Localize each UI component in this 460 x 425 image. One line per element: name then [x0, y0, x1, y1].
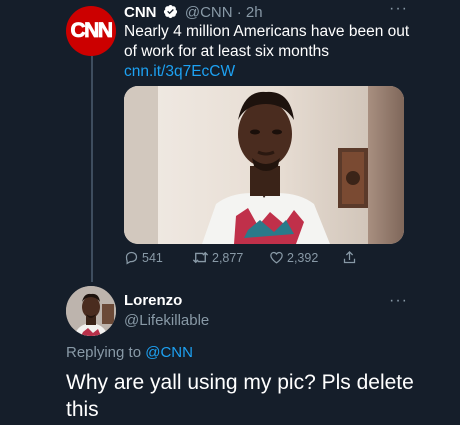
share-icon: [343, 250, 356, 264]
author-handle[interactable]: @CNN: [185, 4, 233, 21]
cnn-avatar[interactable]: CNN: [66, 6, 116, 56]
like-action[interactable]: 2,392: [269, 250, 318, 265]
retweet-action[interactable]: 2,877: [192, 250, 243, 265]
tweet-actions: 541 2,877 2,392: [124, 250, 424, 270]
profile-photo-image: [66, 286, 116, 336]
tweet-text: Nearly 4 million Americans have been out…: [124, 22, 424, 82]
more-icon[interactable]: ···: [389, 0, 408, 18]
replying-mention[interactable]: @CNN: [145, 344, 193, 361]
separator-dot: ·: [236, 4, 242, 21]
share-action[interactable]: [342, 250, 360, 265]
like-count: 2,392: [287, 250, 319, 265]
cnn-logo: CNN: [70, 19, 113, 43]
verified-badge-icon: [163, 4, 177, 19]
original-tweet[interactable]: CNN CNN @CNN · 2h ··· Nearly 4 million A…: [0, 0, 460, 268]
reply-more-icon[interactable]: ···: [389, 292, 408, 310]
replying-prefix: Replying to: [66, 344, 146, 361]
reply-author-name[interactable]: Lorenzo: [124, 292, 182, 309]
reply-count: 541: [142, 250, 163, 265]
retweet-icon: [192, 251, 209, 264]
like-icon: [270, 251, 283, 264]
tweet-body: Nearly 4 million Americans have been out…: [124, 23, 410, 60]
reply-tweet[interactable]: Lorenzo @Lifekillable ··· Replying to @C…: [0, 282, 460, 425]
lorenzo-avatar[interactable]: [66, 286, 116, 336]
tweet-photo[interactable]: [124, 86, 404, 244]
reply-author-handle[interactable]: @Lifekillable: [124, 312, 209, 329]
tweet-header: CNN @CNN · 2h: [124, 4, 263, 21]
author-name[interactable]: CNN: [124, 4, 157, 21]
retweet-count: 2,877: [212, 250, 244, 265]
tweet-link[interactable]: cnn.it/3q7EcCW: [124, 63, 235, 80]
selfie-photo-image: [124, 86, 404, 244]
replying-to: Replying to @CNN: [66, 344, 193, 361]
tweet-timestamp[interactable]: 2h: [246, 4, 263, 21]
reply-text: Why are yall using my pic? Pls delete th…: [66, 371, 414, 421]
reply-icon: [125, 251, 138, 265]
reply-action[interactable]: 541: [124, 250, 163, 265]
